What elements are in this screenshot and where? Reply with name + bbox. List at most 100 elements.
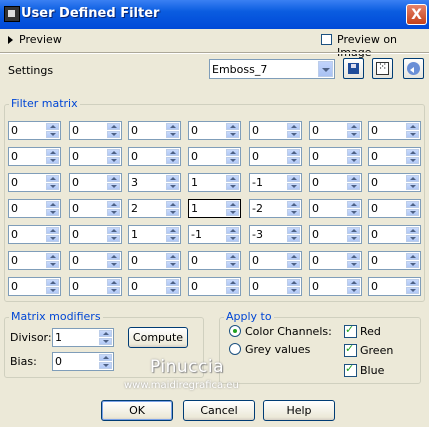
spin-up-icon[interactable]	[107, 227, 120, 234]
matrix-cell-input[interactable]: 0	[8, 147, 61, 166]
spin-down-icon[interactable]	[166, 183, 179, 190]
spin-up-icon[interactable]	[406, 175, 419, 182]
spin-down-icon[interactable]	[46, 183, 59, 190]
spin-up-icon[interactable]	[46, 253, 59, 260]
spin-up-icon[interactable]	[347, 175, 360, 182]
matrix-cell-input[interactable]: 0	[309, 173, 362, 192]
save-preset-button[interactable]	[343, 58, 364, 79]
spin-down-icon[interactable]	[46, 287, 59, 294]
matrix-cell-input[interactable]: 0	[188, 121, 241, 140]
spin-down-icon[interactable]	[287, 209, 300, 216]
spin-up-icon[interactable]	[287, 149, 300, 156]
red-checkbox[interactable]	[344, 323, 357, 338]
spin-down-icon[interactable]	[406, 183, 419, 190]
spin-up-icon[interactable]	[107, 123, 120, 130]
spin-up-icon[interactable]	[406, 227, 419, 234]
spin-up-icon[interactable]	[46, 227, 59, 234]
spin-up-icon[interactable]	[166, 123, 179, 130]
spin-up-icon[interactable]	[166, 175, 179, 182]
spin-up-icon[interactable]	[107, 175, 120, 182]
matrix-cell-input[interactable]: 0	[69, 251, 122, 270]
spin-down-icon[interactable]	[406, 131, 419, 138]
spin-up-icon[interactable]	[107, 149, 120, 156]
spin-down-icon[interactable]	[226, 131, 239, 138]
matrix-cell-input[interactable]: 0	[8, 277, 61, 296]
matrix-cell-input[interactable]: 0	[8, 173, 61, 192]
matrix-cell-input[interactable]: -2	[249, 199, 302, 218]
spin-up-icon[interactable]	[287, 279, 300, 286]
spin-down-icon[interactable]	[46, 209, 59, 216]
spin-down-icon[interactable]	[287, 261, 300, 268]
matrix-cell-input[interactable]: 0	[309, 121, 362, 140]
spin-down-icon[interactable]	[107, 209, 120, 216]
spin-up-icon[interactable]	[226, 201, 239, 208]
spin-up-icon[interactable]	[406, 149, 419, 156]
spin-up-icon[interactable]	[406, 123, 419, 130]
spin-down-icon[interactable]	[46, 261, 59, 268]
matrix-cell-input[interactable]: 0	[309, 251, 362, 270]
matrix-cell-input[interactable]: 1	[188, 173, 241, 192]
spin-up-icon[interactable]	[347, 253, 360, 260]
spin-down-icon[interactable]	[347, 261, 360, 268]
spin-down-icon[interactable]	[166, 235, 179, 242]
matrix-cell-input[interactable]: 1	[128, 225, 181, 244]
matrix-cell-input[interactable]: 0	[128, 277, 181, 296]
matrix-cell-input[interactable]: 0	[69, 277, 122, 296]
spin-down-icon[interactable]	[226, 287, 239, 294]
chevron-down-icon[interactable]	[318, 61, 333, 77]
matrix-cell-input[interactable]: 0	[188, 251, 241, 270]
spin-up-icon[interactable]	[107, 253, 120, 260]
spin-down-icon[interactable]	[287, 235, 300, 242]
spin-down-icon[interactable]	[46, 235, 59, 242]
matrix-cell-input[interactable]: 0	[69, 121, 122, 140]
matrix-cell-input[interactable]: 0	[368, 277, 421, 296]
spin-down-icon[interactable]	[226, 235, 239, 242]
preview-toggle-label[interactable]: Preview	[19, 33, 62, 46]
spin-up-icon[interactable]	[347, 227, 360, 234]
grey-values-radio[interactable]	[229, 343, 241, 355]
matrix-cell-input[interactable]: 0	[368, 225, 421, 244]
spin-down-icon[interactable]	[287, 131, 300, 138]
divisor-input[interactable]: 1	[52, 328, 114, 347]
matrix-cell-input[interactable]: 0	[128, 147, 181, 166]
spin-down-icon[interactable]	[107, 261, 120, 268]
matrix-cell-input[interactable]: 0	[249, 121, 302, 140]
matrix-cell-input[interactable]: 0	[249, 277, 302, 296]
matrix-cell-input[interactable]: 0	[69, 173, 122, 192]
matrix-cell-input[interactable]: 0	[69, 147, 122, 166]
spin-up-icon[interactable]	[226, 149, 239, 156]
spin-down-icon[interactable]	[107, 131, 120, 138]
spin-up-icon[interactable]	[166, 149, 179, 156]
spin-up-icon[interactable]	[46, 175, 59, 182]
matrix-cell-input[interactable]: 0	[309, 225, 362, 244]
spin-up-icon[interactable]	[287, 123, 300, 130]
spin-up-icon[interactable]	[166, 279, 179, 286]
expand-triangle-icon[interactable]	[8, 36, 13, 44]
spin-down-icon[interactable]	[406, 287, 419, 294]
spin-up-icon[interactable]	[46, 279, 59, 286]
spin-down-icon[interactable]	[46, 157, 59, 164]
spin-down-icon[interactable]	[406, 157, 419, 164]
spin-down-icon[interactable]	[347, 235, 360, 242]
spin-down-icon[interactable]	[406, 235, 419, 242]
matrix-cell-input[interactable]: 0	[8, 225, 61, 244]
spin-down-icon[interactable]	[46, 131, 59, 138]
spin-up-icon[interactable]	[107, 201, 120, 208]
matrix-cell-input[interactable]: 0	[188, 277, 241, 296]
spin-down-icon[interactable]	[347, 131, 360, 138]
matrix-cell-input[interactable]: 2	[128, 199, 181, 218]
matrix-cell-input[interactable]: -1	[249, 173, 302, 192]
matrix-cell-input[interactable]: -1	[188, 225, 241, 244]
spin-up-icon[interactable]	[166, 227, 179, 234]
spin-up-icon[interactable]	[287, 201, 300, 208]
spin-up-icon[interactable]	[406, 253, 419, 260]
matrix-cell-input[interactable]: 0	[249, 251, 302, 270]
matrix-cell-input[interactable]: 0	[8, 251, 61, 270]
spin-down-icon[interactable]	[107, 235, 120, 242]
spin-up-icon[interactable]	[406, 279, 419, 286]
spin-up-icon[interactable]	[46, 123, 59, 130]
spin-up-icon[interactable]	[166, 253, 179, 260]
spin-down-icon[interactable]	[166, 261, 179, 268]
spin-down-icon[interactable]	[226, 157, 239, 164]
green-checkbox[interactable]	[344, 342, 357, 357]
